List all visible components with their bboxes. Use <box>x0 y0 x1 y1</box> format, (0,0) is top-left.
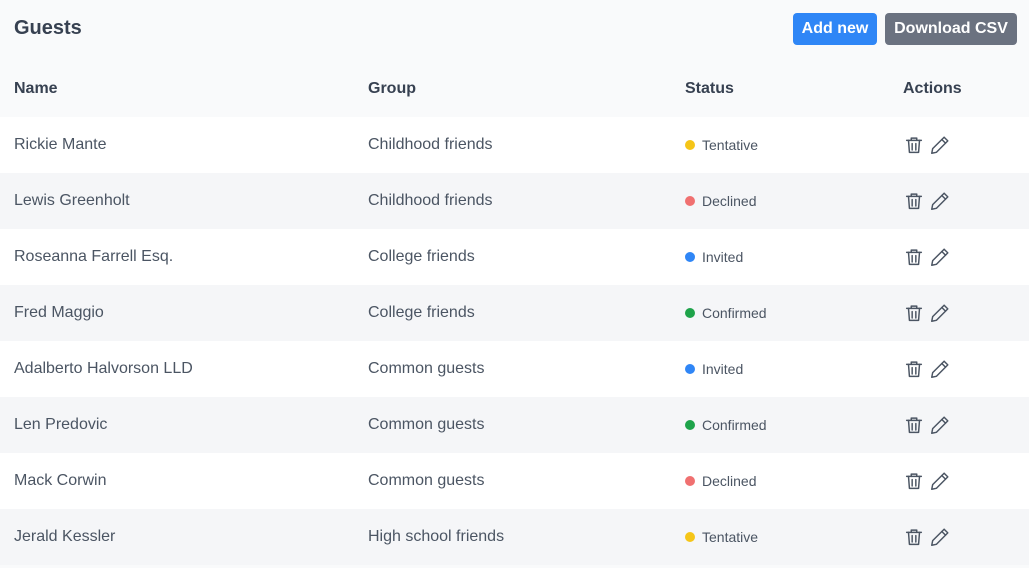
guest-group: Common guests <box>368 416 485 433</box>
table-header-row: Name Group Status Actions <box>0 61 1029 117</box>
page-title: Guests <box>14 17 82 39</box>
column-header-status: Status <box>685 80 734 97</box>
status-dot-icon <box>685 476 695 486</box>
guest-name: Fred Maggio <box>14 304 104 321</box>
guest-group: Childhood friends <box>368 136 493 153</box>
trash-icon[interactable] <box>903 245 925 269</box>
status-label: Tentative <box>702 529 759 545</box>
pencil-icon[interactable] <box>929 133 951 157</box>
trash-icon[interactable] <box>903 301 925 325</box>
status-badge: Declined <box>685 473 889 489</box>
row-actions <box>903 133 1029 157</box>
table-row: Adalberto Halvorson LLD Common guests In… <box>0 341 1029 397</box>
pencil-icon[interactable] <box>929 469 951 493</box>
row-actions <box>903 189 1029 213</box>
pencil-icon[interactable] <box>929 357 951 381</box>
page-header: Guests Add new Download CSV <box>0 0 1029 60</box>
guest-name: Adalberto Halvorson LLD <box>14 360 193 377</box>
trash-icon[interactable] <box>903 469 925 493</box>
status-label: Invited <box>702 249 744 265</box>
column-header-name: Name <box>14 80 58 97</box>
status-badge: Declined <box>685 193 889 209</box>
guest-name: Lewis Greenholt <box>14 192 130 209</box>
pencil-icon[interactable] <box>929 301 951 325</box>
pencil-icon[interactable] <box>929 413 951 437</box>
guest-name: Roseanna Farrell Esq. <box>14 248 174 265</box>
guest-group: High school friends <box>368 528 505 545</box>
add-new-button[interactable]: Add new <box>793 13 877 45</box>
status-label: Invited <box>702 361 744 377</box>
guest-group: Common guests <box>368 472 485 489</box>
table-row: Lewis Greenholt Childhood friends Declin… <box>0 173 1029 229</box>
status-dot-icon <box>685 196 695 206</box>
guest-group: College friends <box>368 248 475 265</box>
guest-name: Jerald Kessler <box>14 528 116 545</box>
status-badge: Tentative <box>685 137 889 153</box>
table-row: Roseanna Farrell Esq. College friends In… <box>0 229 1029 285</box>
status-dot-icon <box>685 532 695 542</box>
guest-group: Childhood friends <box>368 192 493 209</box>
row-actions <box>903 469 1029 493</box>
status-badge: Confirmed <box>685 305 889 321</box>
status-dot-icon <box>685 308 695 318</box>
status-label: Tentative <box>702 137 759 153</box>
trash-icon[interactable] <box>903 133 925 157</box>
table-row: Jerald Kessler High school friends Tenta… <box>0 509 1029 565</box>
status-dot-icon <box>685 252 695 262</box>
trash-icon[interactable] <box>903 189 925 213</box>
guests-table: Name Group Status Actions Rickie Mante C… <box>0 61 1029 565</box>
row-actions <box>903 301 1029 325</box>
status-dot-icon <box>685 364 695 374</box>
status-label: Confirmed <box>702 417 767 433</box>
guest-name: Mack Corwin <box>14 472 107 489</box>
status-badge: Tentative <box>685 529 889 545</box>
table-row: Fred Maggio College friends Confirmed <box>0 285 1029 341</box>
trash-icon[interactable] <box>903 525 925 549</box>
status-dot-icon <box>685 140 695 150</box>
status-badge: Invited <box>685 249 889 265</box>
column-header-actions: Actions <box>903 80 962 97</box>
guest-name: Len Predovic <box>14 416 108 433</box>
column-header-group: Group <box>368 80 416 97</box>
row-actions <box>903 357 1029 381</box>
guest-group: College friends <box>368 304 475 321</box>
status-dot-icon <box>685 420 695 430</box>
status-badge: Invited <box>685 361 889 377</box>
table-row: Mack Corwin Common guests Declined <box>0 453 1029 509</box>
status-label: Declined <box>702 473 757 489</box>
row-actions <box>903 245 1029 269</box>
status-label: Declined <box>702 193 757 209</box>
guest-name: Rickie Mante <box>14 136 107 153</box>
status-label: Confirmed <box>702 305 767 321</box>
status-badge: Confirmed <box>685 417 889 433</box>
guest-group: Common guests <box>368 360 485 377</box>
download-csv-button[interactable]: Download CSV <box>885 13 1017 45</box>
trash-icon[interactable] <box>903 413 925 437</box>
pencil-icon[interactable] <box>929 525 951 549</box>
table-row: Len Predovic Common guests Confirmed <box>0 397 1029 453</box>
table-row: Rickie Mante Childhood friends Tentative <box>0 117 1029 173</box>
row-actions <box>903 525 1029 549</box>
row-actions <box>903 413 1029 437</box>
pencil-icon[interactable] <box>929 189 951 213</box>
pencil-icon[interactable] <box>929 245 951 269</box>
trash-icon[interactable] <box>903 357 925 381</box>
